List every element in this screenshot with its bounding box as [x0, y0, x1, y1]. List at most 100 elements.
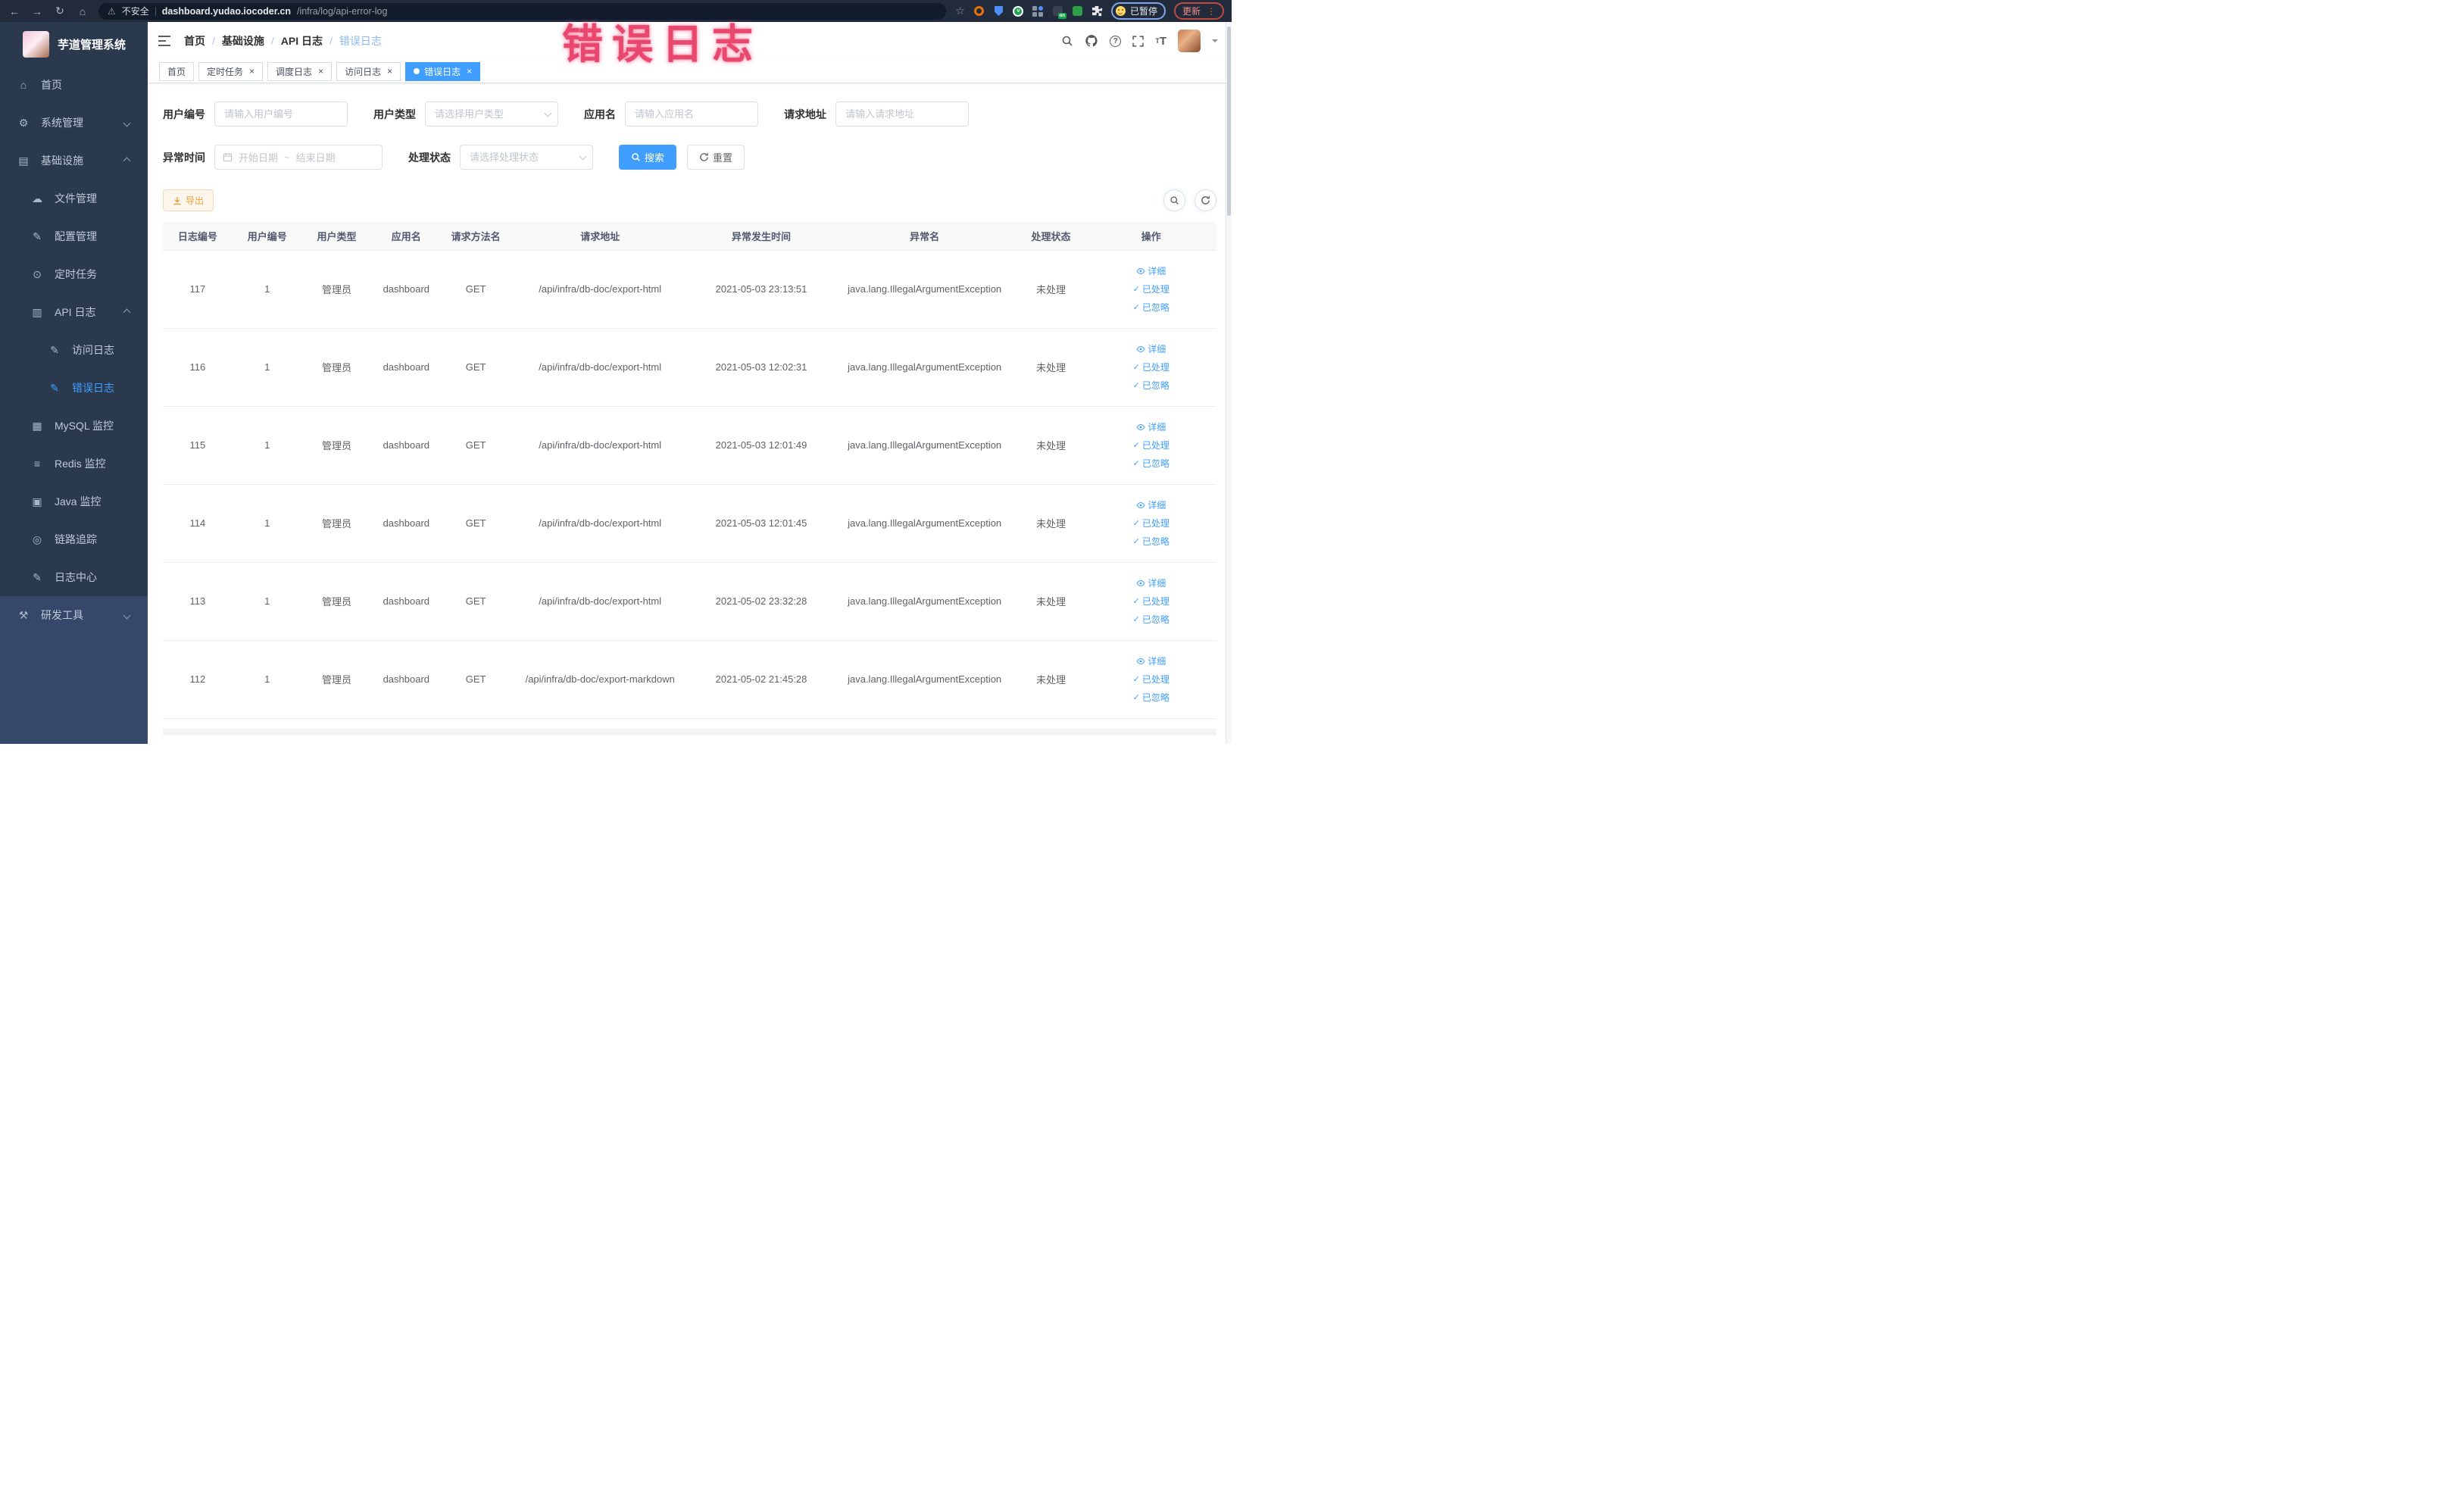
extensions-puzzle-icon[interactable] — [1091, 5, 1103, 17]
processed-link[interactable]: ✓ 已处理 — [1133, 283, 1170, 295]
browser-reload-icon[interactable]: ↻ — [53, 5, 67, 17]
page: ← → ↻ ⌂ ⚠ 不安全 dashboard.yudao.iocoder.cn… — [0, 0, 1232, 744]
browser-home-icon[interactable]: ⌂ — [76, 5, 89, 17]
extension-switch-icon[interactable]: on — [1052, 5, 1066, 19]
sidebar-item-access-log[interactable]: ✎ 访问日志 — [0, 331, 148, 369]
paused-badge[interactable]: 已暂停 — [1110, 2, 1166, 20]
processed-link[interactable]: ✓ 已处理 — [1133, 439, 1170, 451]
cell-status: 未处理 — [1016, 406, 1086, 485]
content: 用户编号 用户类型 应用名 请求地址 — [148, 83, 1232, 744]
toggle-search-button[interactable] — [1163, 189, 1185, 211]
sidebar-item-mysql-monitor[interactable]: ▦ MySQL 监控 — [0, 407, 148, 445]
detail-link[interactable]: 详细 — [1136, 342, 1166, 355]
sidebar-item-log-center[interactable]: ✎ 日志中心 — [0, 558, 148, 596]
breadcrumb-item[interactable]: API 日志 — [281, 33, 323, 48]
user-avatar[interactable] — [1178, 30, 1201, 52]
browser-update-button[interactable]: 更新 ⋮ — [1173, 2, 1224, 20]
detail-link[interactable]: 详细 — [1136, 264, 1166, 277]
detail-link[interactable]: 详细 — [1136, 654, 1166, 667]
tab-error-log[interactable]: 错误日志 × — [405, 61, 481, 81]
tools-icon: ⚒ — [18, 608, 29, 621]
sidebar-item-file-management[interactable]: ☁ 文件管理 — [0, 180, 148, 217]
help-icon[interactable]: ? — [1110, 35, 1122, 47]
extension-target-icon[interactable] — [973, 5, 985, 17]
sidebar-item-java-monitor[interactable]: ▣ Java 监控 — [0, 483, 148, 520]
browser-back-icon[interactable]: ← — [8, 5, 21, 17]
sidebar-item-trace[interactable]: ◎ 链路追踪 — [0, 520, 148, 558]
fullscreen-icon[interactable] — [1132, 35, 1145, 47]
export-button[interactable]: 导出 — [163, 189, 214, 211]
ignored-link[interactable]: ✓ 已忽略 — [1133, 613, 1170, 626]
ignored-link[interactable]: ✓ 已忽略 — [1133, 301, 1170, 314]
sidebar-item-infrastructure[interactable]: ▤ 基础设施 — [0, 142, 148, 180]
processed-link[interactable]: ✓ 已处理 — [1133, 595, 1170, 608]
action-label: 详细 — [1148, 422, 1166, 433]
processed-link[interactable]: ✓ 已处理 — [1133, 673, 1170, 686]
request-url-input[interactable] — [835, 102, 969, 127]
ignored-link[interactable]: ✓ 已忽略 — [1133, 535, 1170, 548]
cell-id: 114 — [163, 484, 233, 563]
cell-time: 2021-05-02 23:32:28 — [689, 562, 833, 641]
config-icon: ✎ — [33, 230, 42, 242]
infra-icon: ▤ — [18, 154, 29, 167]
search-icon[interactable] — [1061, 35, 1073, 47]
tab-close-icon[interactable]: × — [387, 67, 392, 76]
date-range-picker[interactable]: 开始日期 ~ 结束日期 — [214, 145, 383, 170]
scrollbar-thumb[interactable] — [1227, 27, 1231, 216]
tab-scheduled-tasks[interactable]: 定时任务 × — [198, 61, 264, 81]
process-status-select[interactable] — [460, 145, 593, 170]
tab-close-icon[interactable]: × — [467, 67, 472, 76]
reset-button[interactable]: 重置 — [687, 145, 745, 170]
browser-menu-kebab-icon[interactable]: ⋮ — [1207, 7, 1216, 16]
search-button[interactable]: 搜索 — [619, 145, 677, 170]
ignored-link[interactable]: ✓ 已忽略 — [1133, 379, 1170, 392]
tab-close-icon[interactable]: × — [249, 67, 255, 76]
extension-shield-icon[interactable] — [993, 5, 1004, 17]
table-row: 113 1 管理员 dashboard GET/api/infra/db-doc/exp… — [163, 562, 1216, 641]
breadcrumb-separator: / — [270, 35, 274, 47]
sidebar-item-dev-tools[interactable]: ⚒ 研发工具 — [0, 596, 148, 634]
user-type-select[interactable] — [425, 102, 558, 127]
sidebar-item-error-log[interactable]: ✎ 错误日志 — [0, 369, 148, 407]
tab-close-icon[interactable]: × — [318, 67, 323, 76]
sidebar-item-home[interactable]: ⌂ 首页 — [0, 66, 148, 104]
sidebar-item-scheduled-tasks[interactable]: ⊙ 定时任务 — [0, 255, 148, 293]
app-name-input[interactable] — [625, 102, 758, 127]
font-size-icon[interactable]: TT — [1155, 35, 1166, 48]
chevron-down-icon[interactable] — [1212, 39, 1218, 45]
cell-app: dashboard — [371, 640, 442, 719]
sidebar-item-system-management[interactable]: ⚙ 系统管理 — [0, 104, 148, 142]
sidebar-item-config-management[interactable]: ✎ 配置管理 — [0, 217, 148, 255]
extension-leaf-icon[interactable] — [1072, 5, 1083, 17]
breadcrumb-item[interactable]: 基础设施 — [222, 33, 264, 48]
processed-link[interactable]: ✓ 已处理 — [1133, 361, 1170, 373]
sidebar-toggle-icon[interactable] — [158, 35, 172, 47]
sidebar-item-label: 基础设施 — [41, 155, 83, 167]
ignored-link[interactable]: ✓ 已忽略 — [1133, 457, 1170, 470]
cell-user-id: 1 — [232, 250, 302, 329]
breadcrumb-item: 错误日志 — [339, 35, 382, 47]
detail-link[interactable]: 详细 — [1136, 498, 1166, 511]
breadcrumb-item[interactable]: 首页 — [184, 33, 205, 48]
extension-grid-icon[interactable] — [1032, 5, 1044, 17]
sidebar-item-label: 首页 — [41, 79, 62, 91]
browser-forward-icon[interactable]: → — [30, 5, 44, 17]
bookmark-star-icon[interactable]: ☆ — [955, 5, 965, 17]
tab-home[interactable]: 首页 — [159, 61, 195, 81]
detail-link[interactable]: 详细 — [1136, 576, 1166, 589]
sidebar-item-api-log[interactable]: ▥ API 日志 — [0, 293, 148, 331]
tab-schedule-log[interactable]: 调度日志 × — [267, 61, 333, 81]
extension-v-icon[interactable]: v — [1013, 5, 1024, 17]
processed-link[interactable]: ✓ 已处理 — [1133, 517, 1170, 530]
github-icon[interactable] — [1085, 34, 1098, 48]
detail-link[interactable]: 详细 — [1136, 420, 1166, 433]
refresh-table-button[interactable] — [1195, 189, 1216, 211]
sidebar-item-redis-monitor[interactable]: ≡ Redis 监控 — [0, 445, 148, 483]
page-scrollbar[interactable] — [1226, 22, 1232, 744]
tab-access-log[interactable]: 访问日志 × — [336, 61, 401, 81]
ignored-link[interactable]: ✓ 已忽略 — [1133, 691, 1170, 704]
eye-icon — [1136, 267, 1145, 274]
app-logo[interactable]: 芋道管理系统 — [0, 22, 148, 66]
user-id-input[interactable] — [214, 102, 348, 127]
address-bar[interactable]: ⚠ 不安全 dashboard.yudao.iocoder.cn /infra/… — [98, 2, 947, 20]
